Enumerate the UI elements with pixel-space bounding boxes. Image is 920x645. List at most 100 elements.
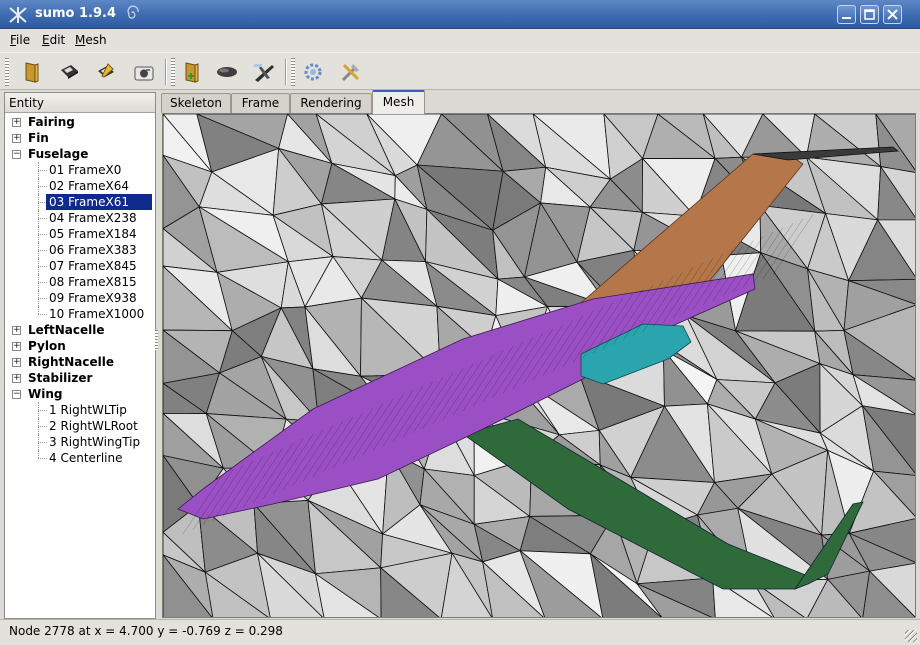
new-component-icon[interactable] xyxy=(178,58,206,86)
tree-child-item[interactable]: 06 FrameX383 xyxy=(5,242,155,258)
tree-branch-line xyxy=(38,458,47,459)
tree-child-item[interactable]: 01 FrameX0 xyxy=(5,162,155,178)
tree-child-item[interactable]: 09 FrameX938 xyxy=(5,290,155,306)
tree-item-label: 08 FrameX815 xyxy=(49,275,137,289)
tree-item-label: 02 FrameX64 xyxy=(49,179,129,193)
menu-bar: File Edit Mesh xyxy=(0,29,920,52)
tree-child-item[interactable]: 02 FrameX64 xyxy=(5,178,155,194)
tree-branch-line xyxy=(38,282,47,283)
maximize-button[interactable] xyxy=(860,5,879,24)
tree-child-item[interactable]: 08 FrameX815 xyxy=(5,274,155,290)
tree-branch-line xyxy=(38,234,47,235)
mesh-render[interactable] xyxy=(163,114,916,618)
tab-skeleton[interactable]: Skeleton xyxy=(161,93,231,113)
tree-group-item[interactable]: + LeftNacelle xyxy=(5,322,155,338)
expand-icon[interactable]: + xyxy=(12,326,21,335)
tree-child-item[interactable]: 3 RightWingTip xyxy=(5,434,155,450)
tree-group-item[interactable]: + RightNacelle xyxy=(5,354,155,370)
tree-item-label: 04 FrameX238 xyxy=(49,211,137,225)
toolbar-separator xyxy=(165,59,167,85)
close-button[interactable] xyxy=(883,5,902,24)
open-folder-icon[interactable] xyxy=(18,58,46,86)
tree-child-item[interactable]: 4 Centerline xyxy=(5,450,155,466)
menu-file[interactable]: File xyxy=(10,33,30,47)
tree-item-label: Wing xyxy=(28,387,63,401)
wing-icon[interactable] xyxy=(250,58,278,86)
tree-group-item[interactable]: + Fairing xyxy=(5,114,155,130)
tree-branch-line xyxy=(38,450,39,458)
tree-group-item[interactable]: + Pylon xyxy=(5,338,155,354)
tree-item-label: 09 FrameX938 xyxy=(49,291,137,305)
tree-branch-line xyxy=(38,426,47,427)
tree-item-label: LeftNacelle xyxy=(28,323,105,337)
expand-icon[interactable]: + xyxy=(12,358,21,367)
collapse-icon[interactable]: − xyxy=(12,390,21,399)
entity-tree-panel: Entity + Fairing + Fin − Fuselage 01 FrameX0 02… xyxy=(4,92,156,619)
tools-icon[interactable] xyxy=(337,58,365,86)
tree-group-item[interactable]: − Fuselage xyxy=(5,146,155,162)
tree-child-item[interactable]: 10 FrameX1000 xyxy=(5,306,155,322)
app-logo-icon[interactable] xyxy=(8,5,28,25)
fuselage-icon[interactable] xyxy=(213,58,241,86)
expand-icon[interactable]: + xyxy=(12,118,21,127)
expand-icon[interactable]: + xyxy=(12,134,21,143)
tree-branch-line xyxy=(38,186,47,187)
minimize-button[interactable] xyxy=(837,5,856,24)
menu-edit[interactable]: Edit xyxy=(42,33,65,47)
tree-branch-line xyxy=(38,306,39,314)
toolbar xyxy=(0,52,920,90)
title-bar[interactable]: sumo 1.9.4 xyxy=(0,0,920,29)
tree-child-item[interactable]: 04 FrameX238 xyxy=(5,210,155,226)
tree-child-item[interactable]: 05 FrameX184 xyxy=(5,226,155,242)
tree-item-label: Fuselage xyxy=(28,147,89,161)
tree-item-label: 06 FrameX383 xyxy=(49,243,137,257)
tree-item-label: Fin xyxy=(28,131,49,145)
tree-item-label: 07 FrameX845 xyxy=(49,259,137,273)
toolbar-grip[interactable] xyxy=(5,58,9,86)
spiral-icon xyxy=(125,5,141,21)
tree-branch-line xyxy=(38,410,47,411)
expand-icon[interactable]: + xyxy=(12,374,21,383)
tree-item-label: 1 RightWLTip xyxy=(49,403,127,417)
tree-item-label: 4 Centerline xyxy=(49,451,123,465)
save-as-icon[interactable] xyxy=(92,58,120,86)
tree-item-label: 05 FrameX184 xyxy=(49,227,137,241)
tab-rendering[interactable]: Rendering xyxy=(290,93,372,113)
tree-item-label: Fairing xyxy=(28,115,75,129)
entity-column-header[interactable]: Entity xyxy=(5,93,155,113)
collapse-icon[interactable]: − xyxy=(12,150,21,159)
tree-item-label: 01 FrameX0 xyxy=(49,163,122,177)
mesh-viewport[interactable] xyxy=(162,113,916,618)
tree-branch-line xyxy=(38,250,47,251)
toolbar-grip[interactable] xyxy=(171,58,175,86)
tree-child-item[interactable]: 03 FrameX61 xyxy=(5,194,155,210)
tree-group-item[interactable]: + Stabilizer xyxy=(5,370,155,386)
status-bar: Node 2778 at x = 4.700 y = -0.769 z = 0.… xyxy=(0,619,920,645)
tab-mesh[interactable]: Mesh xyxy=(372,90,425,114)
tree-branch-line xyxy=(38,266,47,267)
tree-group-item[interactable]: + Fin xyxy=(5,130,155,146)
tree-branch-line xyxy=(38,298,47,299)
expand-icon[interactable]: + xyxy=(12,342,21,351)
tree-item-label: 10 FrameX1000 xyxy=(49,307,145,321)
node-coordinates-readout: Node 2778 at x = 4.700 y = -0.769 z = 0.… xyxy=(9,624,283,638)
entity-tree: + Fairing + Fin − Fuselage 01 FrameX0 02 FrameX… xyxy=(5,114,155,618)
splitter-handle[interactable] xyxy=(155,330,158,350)
tree-child-item[interactable]: 2 RightWLRoot xyxy=(5,418,155,434)
tree-child-item[interactable]: 07 FrameX845 xyxy=(5,258,155,274)
tree-item-label: Pylon xyxy=(28,339,66,353)
tab-frame[interactable]: Frame xyxy=(231,93,290,113)
tree-item-label: 2 RightWLRoot xyxy=(49,419,138,433)
resize-grip[interactable] xyxy=(905,630,917,642)
tree-branch-line xyxy=(38,170,47,171)
toolbar-grip[interactable] xyxy=(291,58,295,86)
mesh-settings-icon[interactable] xyxy=(299,58,327,86)
save-disk-icon[interactable] xyxy=(55,58,83,86)
tree-branch-line xyxy=(38,442,47,443)
tree-item-label: Stabilizer xyxy=(28,371,93,385)
tree-child-item[interactable]: 1 RightWLTip xyxy=(5,402,155,418)
screenshot-camera-icon[interactable] xyxy=(130,58,158,86)
tree-branch-line xyxy=(38,314,47,315)
menu-mesh[interactable]: Mesh xyxy=(75,33,107,47)
tree-group-item[interactable]: − Wing xyxy=(5,386,155,402)
